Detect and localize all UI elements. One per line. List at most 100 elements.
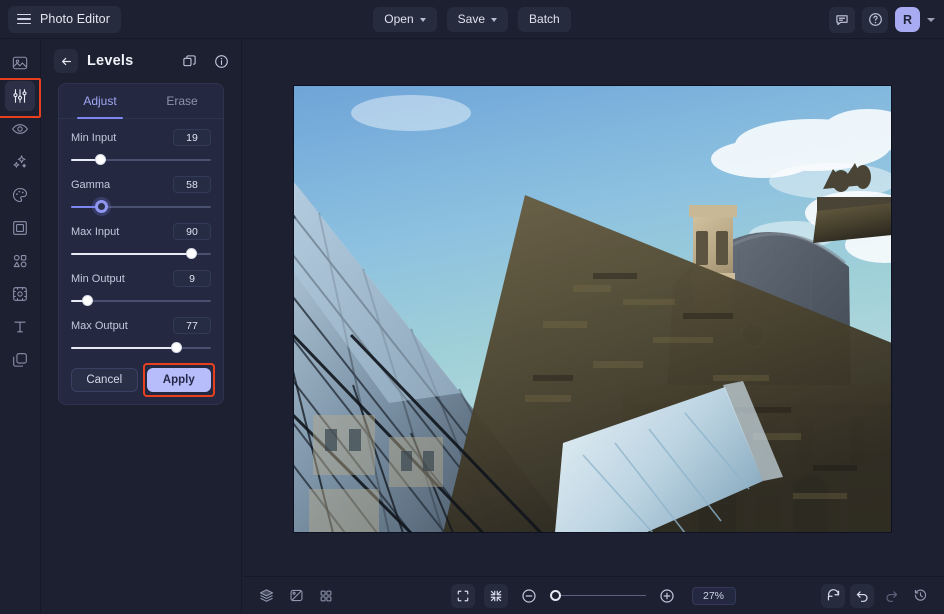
slider-value[interactable]: 9 bbox=[173, 270, 211, 287]
gamma-slider[interactable] bbox=[71, 201, 211, 213]
undo-button[interactable] bbox=[850, 584, 874, 608]
max-output-slider[interactable] bbox=[71, 342, 211, 354]
tool-rail bbox=[0, 39, 41, 614]
sidebar-item-layers[interactable] bbox=[5, 345, 35, 375]
batch-button[interactable]: Batch bbox=[518, 7, 571, 32]
sidebar-item-image[interactable] bbox=[5, 48, 35, 78]
sidebar-item-effects[interactable] bbox=[5, 147, 35, 177]
slider-label: Max Input bbox=[71, 226, 119, 238]
tab-adjust[interactable]: Adjust bbox=[59, 84, 141, 118]
zoom-controls: 27% bbox=[383, 584, 803, 608]
sidebar-item-text[interactable] bbox=[5, 312, 35, 342]
back-button[interactable] bbox=[54, 49, 78, 73]
sidebar-item-crop[interactable] bbox=[5, 279, 35, 309]
app-menu-button[interactable]: Photo Editor bbox=[8, 6, 121, 33]
comment-button[interactable] bbox=[829, 7, 855, 33]
compare-button[interactable] bbox=[284, 584, 308, 608]
slider-thumb[interactable] bbox=[171, 342, 182, 353]
help-button[interactable] bbox=[862, 7, 888, 33]
slider-thumb[interactable] bbox=[95, 154, 106, 165]
slider-label: Max Output bbox=[71, 320, 128, 332]
reset-button[interactable] bbox=[821, 584, 845, 608]
reset-icon bbox=[826, 588, 841, 603]
levels-card: Adjust Erase Min Input 19 Gamma 58 bbox=[58, 83, 224, 405]
copy-icon bbox=[182, 54, 197, 69]
min-input-slider[interactable] bbox=[71, 154, 211, 166]
app-title: Photo Editor bbox=[40, 12, 110, 26]
max-input-slider[interactable] bbox=[71, 248, 211, 260]
zoom-out-icon bbox=[521, 588, 537, 604]
grid-button[interactable] bbox=[314, 584, 338, 608]
info-button[interactable] bbox=[214, 54, 229, 69]
sidebar-item-retouch[interactable] bbox=[5, 114, 35, 144]
account-actions: R bbox=[829, 0, 935, 39]
slider-value[interactable]: 58 bbox=[173, 176, 211, 193]
cancel-button[interactable]: Cancel bbox=[71, 368, 138, 392]
redo-button[interactable] bbox=[879, 584, 903, 608]
slider-value[interactable]: 77 bbox=[173, 317, 211, 334]
slider-thumb[interactable] bbox=[95, 200, 108, 213]
fit-screen-button[interactable] bbox=[451, 584, 475, 608]
layers-button[interactable] bbox=[254, 584, 278, 608]
zoom-level-value[interactable]: 27% bbox=[692, 587, 736, 605]
help-circle-icon bbox=[868, 12, 883, 27]
sidebar-item-frame[interactable] bbox=[5, 213, 35, 243]
canvas-area[interactable] bbox=[242, 39, 944, 576]
slider-value[interactable]: 19 bbox=[173, 129, 211, 146]
zoom-out-button[interactable] bbox=[517, 584, 541, 608]
save-label: Save bbox=[458, 12, 485, 26]
sidebar-item-color[interactable] bbox=[5, 180, 35, 210]
palette-icon bbox=[11, 186, 29, 204]
account-chevron-down-icon[interactable] bbox=[927, 18, 935, 22]
slider-field-min-output: Min Output 9 bbox=[59, 260, 223, 307]
photo-image[interactable] bbox=[293, 85, 892, 533]
louvre-photo bbox=[293, 85, 892, 533]
arrow-left-icon bbox=[60, 55, 73, 68]
slider-field-gamma: Gamma 58 bbox=[59, 166, 223, 213]
slider-field-min-input: Min Input 19 bbox=[59, 119, 223, 166]
tab-erase[interactable]: Erase bbox=[141, 84, 223, 118]
comment-icon bbox=[835, 13, 849, 27]
text-icon bbox=[11, 318, 29, 336]
slider-field-max-output: Max Output 77 bbox=[59, 307, 223, 354]
min-output-slider[interactable] bbox=[71, 295, 211, 307]
sidebar-item-adjust[interactable] bbox=[5, 81, 35, 111]
shapes-icon bbox=[11, 252, 29, 270]
panel-actions: Cancel Apply bbox=[59, 354, 223, 392]
frame-icon bbox=[11, 219, 29, 237]
batch-label: Batch bbox=[529, 12, 560, 26]
slider-thumb[interactable] bbox=[186, 248, 197, 259]
zoom-slider[interactable] bbox=[550, 590, 646, 602]
crop-icon bbox=[11, 285, 29, 303]
info-circle-icon bbox=[214, 54, 229, 69]
photo-editor-app: Photo Editor Open Save Batch bbox=[0, 0, 944, 614]
undo-icon bbox=[855, 588, 870, 603]
layers-stack-icon bbox=[259, 588, 274, 603]
collapse-button[interactable] bbox=[484, 584, 508, 608]
avatar[interactable]: R bbox=[895, 7, 920, 32]
sidebar-item-shapes[interactable] bbox=[5, 246, 35, 276]
image-icon bbox=[11, 54, 29, 72]
layers-icon bbox=[11, 351, 29, 369]
zoom-slider-track bbox=[550, 595, 646, 597]
fit-screen-icon bbox=[456, 589, 470, 603]
slider-fill bbox=[71, 347, 176, 349]
redo-icon bbox=[884, 588, 899, 603]
slider-value[interactable]: 90 bbox=[173, 223, 211, 240]
view-tools bbox=[254, 584, 338, 608]
chevron-down-icon bbox=[491, 18, 497, 22]
history-controls bbox=[821, 584, 932, 608]
compare-split-icon bbox=[289, 588, 304, 603]
apply-button[interactable]: Apply bbox=[147, 368, 212, 392]
chevron-down-icon bbox=[420, 18, 426, 22]
open-button[interactable]: Open bbox=[373, 7, 436, 32]
save-button[interactable]: Save bbox=[447, 7, 508, 32]
slider-thumb[interactable] bbox=[82, 295, 93, 306]
history-button[interactable] bbox=[908, 584, 932, 608]
collapse-icon bbox=[489, 589, 503, 603]
duplicate-button[interactable] bbox=[182, 54, 197, 69]
zoom-in-button[interactable] bbox=[655, 584, 679, 608]
apply-button-highlight: Apply bbox=[147, 368, 212, 392]
hamburger-icon bbox=[17, 14, 31, 25]
zoom-slider-thumb[interactable] bbox=[550, 590, 561, 601]
